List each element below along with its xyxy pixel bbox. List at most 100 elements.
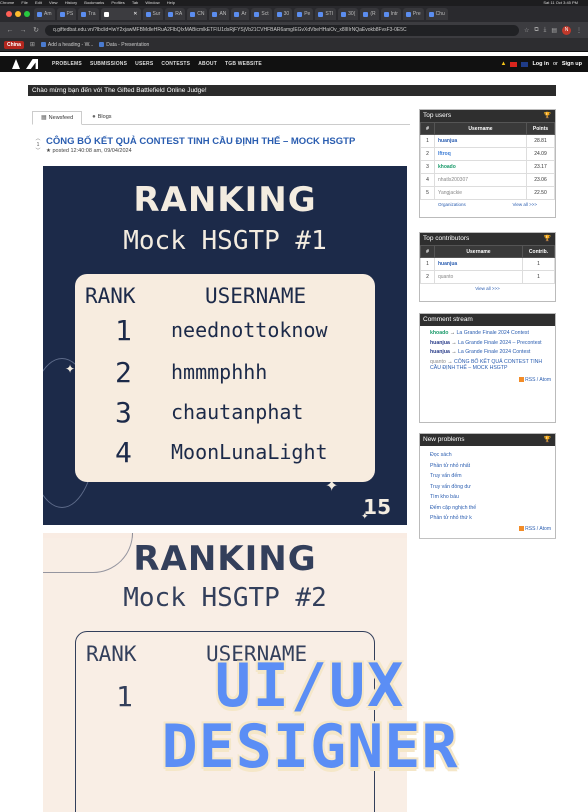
user-link[interactable]: huanjua (434, 134, 527, 148)
menu-chrome[interactable]: Chrome (0, 0, 14, 5)
browser-tab[interactable]: CN (187, 8, 208, 20)
rank-number: 4 (115, 436, 132, 469)
apps-grid-icon[interactable]: ⊞ (30, 41, 35, 48)
download-icon[interactable]: ⤓ (544, 27, 547, 34)
browser-tab[interactable]: Pre (402, 8, 424, 20)
comment-item[interactable]: huanjua → La Grande Finale 2024 – Precon… (430, 340, 547, 347)
organizations-link[interactable]: Organizations (438, 202, 466, 207)
login-link[interactable]: Log in (532, 61, 549, 67)
view-all-link[interactable]: View all >>> (420, 286, 555, 291)
nav-users[interactable]: USERS (135, 61, 153, 67)
user-link[interactable]: khoado (434, 160, 527, 174)
browser-tab[interactable]: Pe (294, 8, 314, 20)
tab-newsfeed[interactable]: ▦ Newsfeed (32, 111, 83, 125)
problem-link[interactable]: Truy vấn đồng dư (430, 482, 555, 493)
reload-icon[interactable]: ↻ (32, 26, 40, 34)
browser-tab[interactable]: Sct (251, 8, 272, 20)
browser-tab[interactable]: (R (360, 8, 379, 20)
trophy-icon: 🏆 (543, 437, 551, 443)
atom-link[interactable]: Atom (539, 377, 551, 383)
col-header[interactable]: Contrib. (522, 245, 555, 258)
menu-history[interactable]: History (65, 0, 77, 5)
signup-link[interactable]: Sign up (562, 61, 582, 67)
bookmark-item[interactable]: Add a heading - W... (40, 42, 93, 48)
user-link[interactable]: Yangjackie (434, 186, 527, 200)
rss-link[interactable]: RSS (525, 526, 535, 532)
problem-link[interactable]: Đọc sách (430, 450, 555, 461)
problem-link[interactable]: Truy vấn đếm (430, 471, 555, 482)
site-logo[interactable] (10, 59, 38, 69)
browser-tab[interactable]: Tra (78, 8, 99, 20)
forward-arrow-icon[interactable]: → (19, 27, 27, 34)
menu-tab[interactable]: Tab (132, 0, 138, 5)
browser-tab[interactable]: AN (209, 8, 230, 20)
col-header[interactable]: Username (434, 245, 523, 258)
extensions-icon[interactable]: ⧉ (534, 27, 538, 34)
menu-view[interactable]: View (49, 0, 58, 5)
tab-blogs[interactable]: ● Blogs (84, 110, 119, 124)
browser-tab[interactable]: 30 (273, 8, 293, 20)
comment-item[interactable]: huanjua → La Grande Finale 2024 Contest (430, 349, 547, 356)
browser-tab-active[interactable]: ✕ (100, 8, 141, 20)
user-link[interactable]: huanjua (434, 257, 523, 271)
browser-tab[interactable]: Intr (380, 8, 401, 20)
post-title[interactable]: CÔNG BỐ KẾT QUẢ CONTEST TINH CẦU ĐỊNH TH… (46, 136, 355, 147)
ranking-board: RANK USERNAME 1 neednottoknow 2 hmmmphhh… (75, 274, 375, 482)
nav-about[interactable]: ABOUT (198, 61, 217, 67)
downvote-icon[interactable]: ﹀ (34, 148, 42, 154)
problem-link[interactable]: Tìm kho báu (430, 492, 555, 503)
atom-link[interactable]: Atom (539, 526, 551, 532)
browser-tab[interactable]: STI (315, 8, 337, 20)
menu-bookmarks[interactable]: Bookmarks (84, 0, 104, 5)
browser-tab[interactable]: Am (34, 8, 55, 20)
col-header[interactable]: Points (526, 122, 555, 135)
comment-item[interactable]: khoado → La Grande Finale 2024 Contest (430, 330, 547, 337)
minimize-window-button[interactable] (15, 11, 21, 17)
menu-edit[interactable]: Edit (35, 0, 42, 5)
menu-kebab-icon[interactable]: ⋮ (576, 27, 582, 34)
nav-submissions[interactable]: SUBMISSIONS (90, 61, 127, 67)
menu-help[interactable]: Help (167, 0, 175, 5)
nav-contests[interactable]: CONTESTS (161, 61, 190, 67)
col-header[interactable]: Username (434, 122, 527, 135)
maximize-window-button[interactable] (24, 11, 30, 17)
browser-tab[interactable]: Ar (231, 8, 250, 20)
address-bar-row: ← → ↻ q.giftedbat.edu.vn/?lbclid=IwY2xja… (0, 22, 588, 38)
bookmark-item[interactable]: Data - Presentation (99, 42, 149, 48)
sidepanel-icon[interactable]: ▤ (551, 27, 557, 34)
browser-tab[interactable]: Chu (425, 8, 448, 20)
uk-flag-icon[interactable] (521, 61, 529, 67)
user-link[interactable]: nhatls200307 (434, 173, 527, 187)
user-link[interactable]: quanto (434, 270, 523, 284)
menu-window[interactable]: Window (145, 0, 159, 5)
problem-link[interactable]: Phần tử nhỏ nhất (430, 461, 555, 472)
close-window-button[interactable] (6, 11, 12, 17)
user-link[interactable]: lftroq (434, 147, 527, 161)
url-input[interactable]: q.giftedbat.edu.vn/?lbclid=IwY2xjawMFBMd… (45, 24, 519, 36)
vietnam-flag-icon[interactable] (510, 61, 518, 67)
nav-tgb-website[interactable]: TGB WEBSITE (225, 61, 262, 67)
star-bookmark-icon[interactable]: ☆ (524, 27, 529, 34)
menu-profiles[interactable]: Profiles (111, 0, 124, 5)
bookmark-china[interactable]: China (4, 40, 24, 49)
back-arrow-icon[interactable]: ← (6, 27, 14, 34)
browser-tab[interactable]: RA (165, 8, 186, 20)
browser-tab[interactable]: Sur (142, 8, 164, 20)
menu-file[interactable]: File (21, 0, 27, 5)
table-row: 5 Yangjackie 22.50 (420, 186, 555, 200)
close-tab-icon[interactable]: ✕ (133, 8, 137, 20)
tab-favicon-icon (341, 11, 347, 17)
window-controls (6, 11, 30, 17)
profile-avatar[interactable]: N (562, 25, 571, 35)
top-users-table: # Username Points 1 huanjua 28.81 2 lftr… (420, 122, 555, 200)
comment-item[interactable]: quanto → CÔNG BỐ KẾT QUẢ CONTEST TINH CẦ… (430, 359, 547, 372)
nav-problems[interactable]: PROBLEMS (52, 61, 82, 67)
problem-link[interactable]: Đếm cặp nghịch thế (430, 503, 555, 514)
browser-tab[interactable]: PS (56, 8, 77, 20)
logo-mark-icon (10, 59, 22, 69)
problem-link[interactable]: Phần tử nhỏ thứ k (430, 513, 555, 524)
rss-link[interactable]: RSS (525, 377, 535, 383)
view-all-link[interactable]: View all >>> (512, 202, 537, 207)
browser-tab[interactable]: 30( (338, 8, 359, 20)
tab-favicon-icon (254, 11, 260, 17)
